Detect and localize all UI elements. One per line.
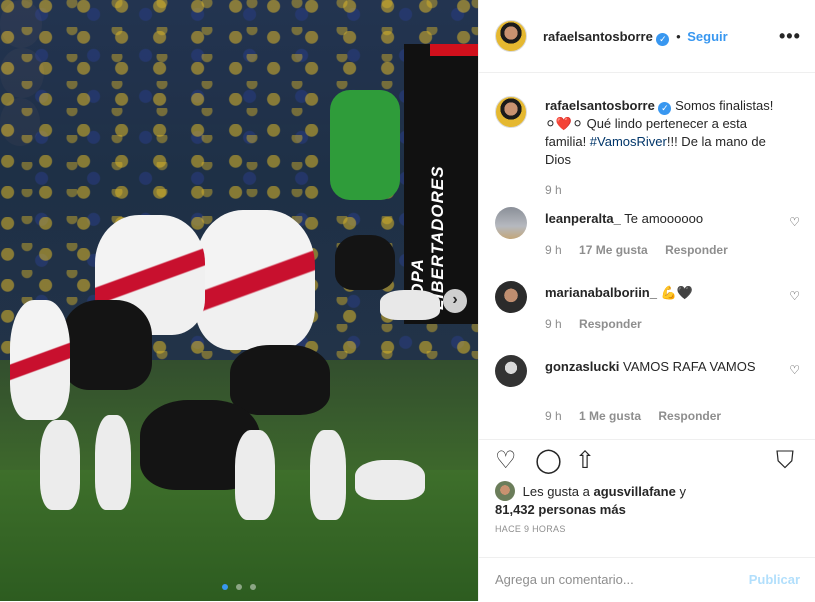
player-shorts <box>230 345 330 415</box>
comment-icon[interactable]: ◯ <box>535 448 562 474</box>
comment-text: marianabalboriin_ 💪🖤 <box>545 284 785 302</box>
comment-likes[interactable]: 1 Me gusta <box>579 409 641 423</box>
likes-prefix: Les gusta a <box>522 484 590 499</box>
heart-icon[interactable]: ♡ <box>789 363 800 377</box>
player-socks <box>355 460 425 500</box>
comment-text: leanperalta_ Te amoooooo <box>545 210 785 228</box>
banner-text: COPA LIBERTADORES <box>408 165 447 310</box>
comment-item: gonzaslucki VAMOS RAFA VAMOS ♡ 9 h 1 Me … <box>495 355 800 425</box>
comment-input[interactable]: Agrega un comentario... <box>495 572 634 587</box>
like-heart-icon[interactable]: ♡ <box>495 448 517 474</box>
caption-time[interactable]: 9 h <box>545 183 562 197</box>
liker-username[interactable]: agusvillafane <box>593 484 675 499</box>
share-icon[interactable]: ⇧ <box>575 448 595 474</box>
post-side-panel: rafaelsantosborre ✓ • Seguir ••• rafaels… <box>478 0 815 601</box>
comment-item: leanperalta_ Te amoooooo ♡ 9 h 17 Me gus… <box>495 207 800 267</box>
carousel-dot <box>249 584 256 590</box>
post-photo[interactable]: COPA LIBERTADORES › <box>0 0 478 601</box>
comment-avatar[interactable] <box>495 281 527 313</box>
comment-meta: 9 h 1 Me gusta Responder <box>545 409 735 423</box>
player-socks <box>310 430 346 520</box>
likes-count[interactable]: 81,432 personas más <box>495 502 626 517</box>
carousel-dot-active <box>222 584 229 590</box>
add-comment-bar: Agrega un comentario... Publicar <box>479 557 815 602</box>
more-options-icon[interactable]: ••• <box>779 26 801 47</box>
post-actions: ♡ ◯ ⇧ ⛉ Les gusta a agusvillafane y 81,4… <box>479 439 815 601</box>
separator-dot: • <box>676 29 681 44</box>
reply-button[interactable]: Responder <box>579 317 642 331</box>
banner-accent <box>430 44 478 56</box>
comment-avatar[interactable] <box>495 355 527 387</box>
comment-username[interactable]: leanperalta_ <box>545 211 621 226</box>
comment-body: 💪🖤 <box>660 285 693 300</box>
caption-text: rafaelsantosborre ✓ Somos finalistas! ⚪❤… <box>545 97 785 169</box>
comment-item: marianabalboriin_ 💪🖤 ♡ 9 h Responder <box>495 281 800 341</box>
comment-username[interactable]: marianabalboriin_ <box>545 285 657 300</box>
verified-icon: ✓ <box>658 102 672 115</box>
comments-list[interactable]: rafaelsantosborre ✓ Somos finalistas! ⚪❤… <box>479 74 815 439</box>
likes-connector: y <box>679 484 686 499</box>
player-socks <box>95 415 131 510</box>
player-jersey <box>195 210 315 350</box>
liker-avatar[interactable] <box>495 481 515 501</box>
hashtag-link[interactable]: #VamosRiver <box>590 134 667 149</box>
player-leg <box>380 290 440 320</box>
comment-avatar[interactable] <box>495 207 527 239</box>
comment-meta: 9 h 17 Me gusta Responder <box>545 243 742 257</box>
post-timestamp[interactable]: HACE 9 HORAS <box>495 524 566 534</box>
author-avatar[interactable] <box>495 20 527 52</box>
follow-button[interactable]: Seguir <box>687 29 727 44</box>
caption: rafaelsantosborre ✓ Somos finalistas! ⚪❤… <box>495 94 800 197</box>
player-shorts <box>62 300 152 390</box>
reply-button[interactable]: Responder <box>658 409 721 423</box>
player-shorts <box>335 235 395 290</box>
caption-avatar[interactable] <box>495 96 527 128</box>
comment-time[interactable]: 9 h <box>545 409 562 423</box>
comment-time[interactable]: 9 h <box>545 243 562 257</box>
caption-username[interactable]: rafaelsantosborre <box>545 98 655 113</box>
comment-likes[interactable]: 17 Me gusta <box>579 243 648 257</box>
author-username[interactable]: rafaelsantosborre <box>543 29 653 44</box>
caption-meta: 9 h <box>545 183 576 197</box>
bookmark-icon[interactable]: ⛉ <box>776 448 794 474</box>
comment-body: VAMOS RAFA VAMOS <box>623 359 756 374</box>
post-header: rafaelsantosborre ✓ • Seguir ••• <box>479 0 815 73</box>
comment-body: Te amoooooo <box>624 211 704 226</box>
reply-button[interactable]: Responder <box>665 243 728 257</box>
heart-icon[interactable]: ♡ <box>789 215 800 229</box>
comment-text: gonzaslucki VAMOS RAFA VAMOS <box>545 358 785 376</box>
likes-summary: Les gusta a agusvillafane y 81,432 perso… <box>495 481 800 519</box>
player-socks <box>40 420 80 510</box>
player-jersey <box>10 300 70 420</box>
next-image-button[interactable]: › <box>443 289 467 313</box>
player-socks <box>235 430 275 520</box>
verified-icon: ✓ <box>656 33 670 46</box>
carousel-dots <box>0 578 478 593</box>
player-jumping <box>330 90 400 200</box>
comment-time[interactable]: 9 h <box>545 317 562 331</box>
publish-button[interactable]: Publicar <box>749 572 800 587</box>
header-line: rafaelsantosborre ✓ • Seguir <box>543 29 728 46</box>
comment-username[interactable]: gonzaslucki <box>545 359 619 374</box>
instagram-post: COPA LIBERTADORES › rafaelsantosborre ✓ … <box>0 0 815 601</box>
comment-meta: 9 h Responder <box>545 317 656 331</box>
carousel-dot <box>236 584 242 590</box>
heart-icon[interactable]: ♡ <box>789 289 800 303</box>
